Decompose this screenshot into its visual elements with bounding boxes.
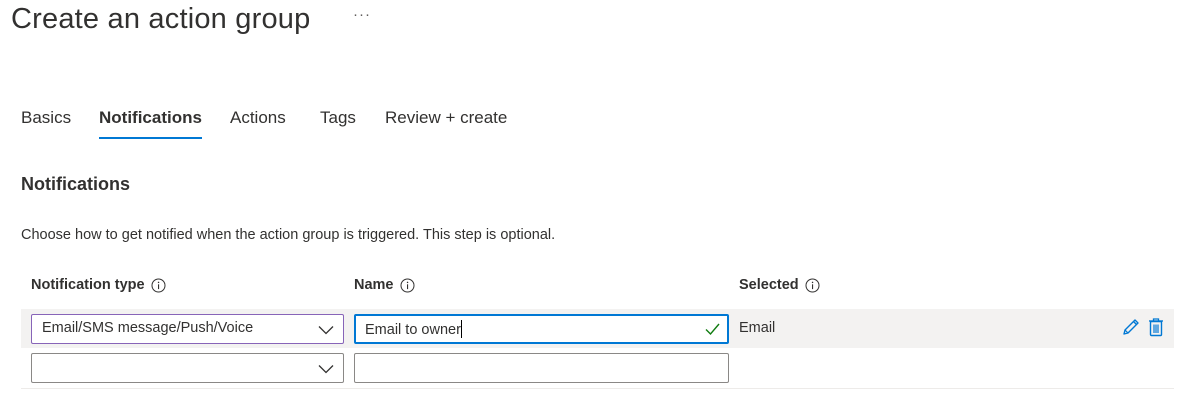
text-caret — [460, 320, 462, 338]
chevron-down-icon — [318, 322, 334, 342]
header-name: Name — [354, 277, 415, 293]
info-icon[interactable] — [151, 278, 166, 293]
tab-tags[interactable]: Tags — [320, 104, 356, 132]
row-divider — [21, 388, 1174, 389]
edit-icon[interactable] — [1121, 317, 1141, 342]
header-notification-type-label: Notification type — [31, 277, 145, 293]
section-description: Choose how to get notified when the acti… — [21, 227, 556, 243]
chevron-down-icon — [318, 361, 334, 381]
tab-actions[interactable]: Actions — [230, 104, 286, 132]
tab-notifications[interactable]: Notifications — [99, 104, 202, 139]
section-title: Notifications — [21, 174, 131, 194]
notification-type-value: Email/SMS message/Push/Voice — [42, 320, 254, 336]
header-selected-label: Selected — [739, 277, 799, 293]
info-icon[interactable] — [400, 278, 415, 293]
info-icon[interactable] — [805, 278, 820, 293]
checkmark-icon — [705, 322, 720, 340]
header-selected: Selected — [739, 277, 820, 293]
name-field-value: Email to owner — [365, 322, 461, 338]
notification-type-dropdown[interactable]: Email/SMS message/Push/Voice — [31, 314, 344, 344]
header-notification-type: Notification type — [31, 277, 166, 293]
header-name-label: Name — [354, 277, 394, 293]
delete-icon[interactable] — [1147, 317, 1165, 342]
notification-type-dropdown-empty[interactable] — [31, 353, 344, 383]
page-title: Create an action group — [11, 3, 311, 35]
name-field-empty[interactable] — [354, 353, 729, 383]
more-icon[interactable]: ··· — [353, 6, 371, 23]
name-field[interactable]: Email to owner — [354, 314, 729, 344]
tab-review-create[interactable]: Review + create — [385, 104, 507, 132]
tab-basics[interactable]: Basics — [21, 104, 71, 132]
selected-value: Email — [739, 320, 776, 336]
